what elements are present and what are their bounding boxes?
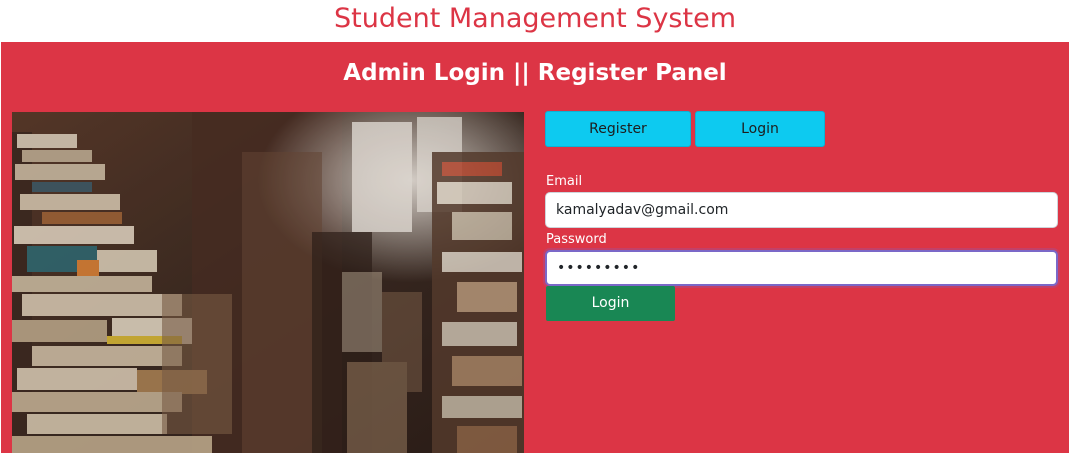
app-title: Student Management System <box>334 3 736 34</box>
password-input[interactable] <box>545 250 1058 286</box>
email-label: Email <box>546 174 583 189</box>
panel-title: Admin Login || Register Panel <box>343 60 727 86</box>
email-input[interactable] <box>545 192 1058 228</box>
library-books-image <box>12 112 524 453</box>
login-tab-button[interactable]: Login <box>695 111 825 147</box>
login-register-panel: Admin Login || Register Panel Register L… <box>1 42 1069 453</box>
password-label: Password <box>546 232 607 247</box>
register-tab-button[interactable]: Register <box>545 111 691 147</box>
login-submit-button[interactable]: Login <box>546 286 675 321</box>
